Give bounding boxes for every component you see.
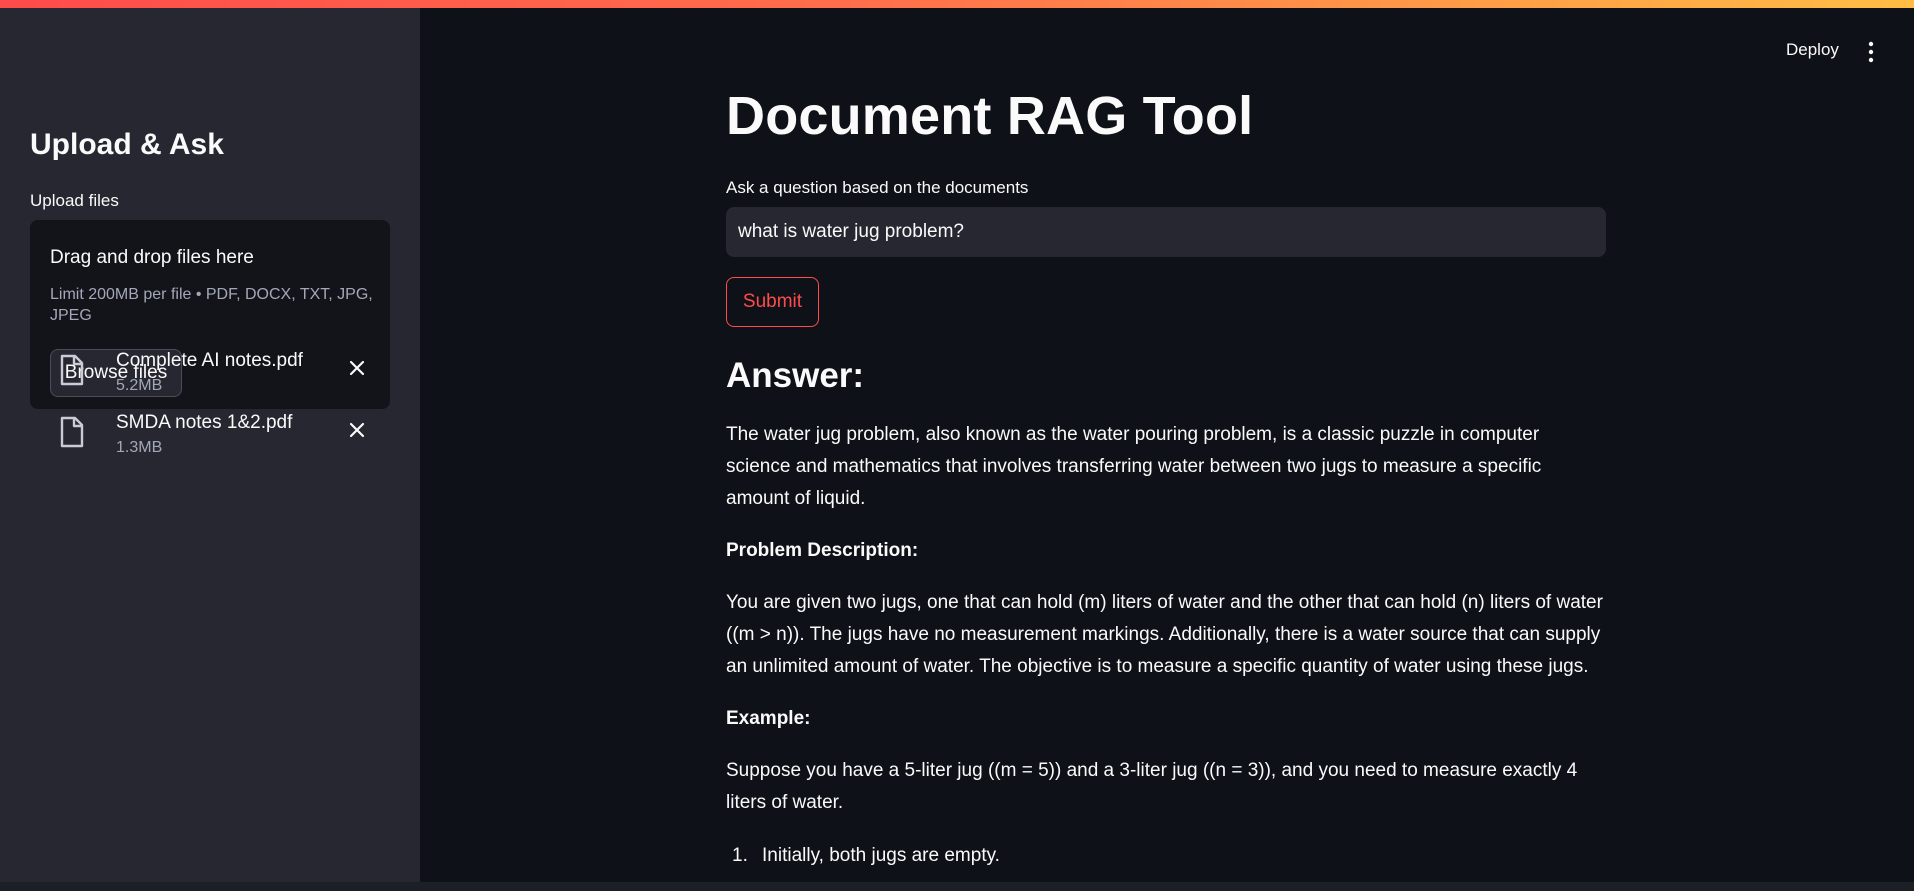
bottom-bar xyxy=(0,882,1914,891)
deploy-button[interactable]: Deploy xyxy=(1786,40,1839,60)
submit-button[interactable]: Submit xyxy=(726,277,819,327)
question-label: Ask a question based on the documents xyxy=(726,178,1029,197)
file-icon xyxy=(60,354,84,386)
top-decoration-bar xyxy=(0,0,1914,8)
sidebar: Upload & Ask Upload files Drag and drop … xyxy=(0,8,420,891)
answer-intro: The water jug problem, also known as the… xyxy=(726,424,1542,509)
file-name: SMDA notes 1&2.pdf xyxy=(116,412,293,433)
problem-description-text: You are given two jugs, one that can hol… xyxy=(726,592,1603,677)
problem-description-heading: Problem Description: xyxy=(726,540,919,561)
dropzone-title: Drag and drop files here xyxy=(50,247,254,268)
file-icon xyxy=(60,416,84,448)
answer-heading: Answer: xyxy=(726,356,865,395)
sidebar-title: Upload & Ask xyxy=(30,128,224,161)
list-item-number: 1. xyxy=(732,845,748,866)
uploaded-file-item: SMDA notes 1&2.pdf 1.3MB xyxy=(55,412,395,462)
remove-file-icon[interactable] xyxy=(345,356,369,380)
question-input[interactable] xyxy=(726,207,1606,257)
example-text: Suppose you have a 5-liter jug ((m = 5))… xyxy=(726,760,1578,813)
dropzone-limit-text: Limit 200MB per file • PDF, DOCX, TXT, J… xyxy=(50,286,373,324)
uploaded-file-item: Complete AI notes.pdf 5.2MB xyxy=(55,350,395,400)
page-title: Document RAG Tool xyxy=(726,86,1254,146)
list-item-text: Initially, both jugs are empty. xyxy=(762,845,1000,866)
list-item: 1. Initially, both jugs are empty. xyxy=(732,840,1000,872)
kebab-menu-icon[interactable] xyxy=(1863,40,1879,64)
upload-files-label: Upload files xyxy=(30,191,119,210)
example-heading: Example: xyxy=(726,708,811,729)
file-name: Complete AI notes.pdf xyxy=(116,350,303,371)
scrollbar[interactable] xyxy=(1908,8,1914,368)
remove-file-icon[interactable] xyxy=(345,418,369,442)
file-size: 1.3MB xyxy=(116,439,163,456)
file-size: 5.2MB xyxy=(116,377,163,394)
